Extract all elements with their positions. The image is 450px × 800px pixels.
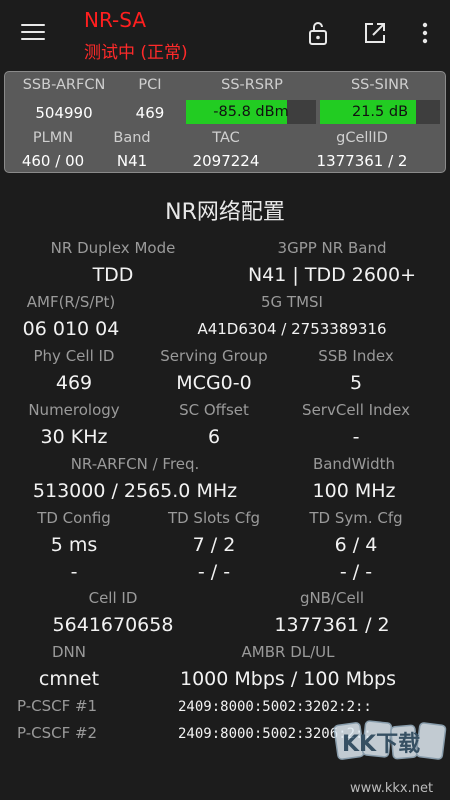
- phy-cell-id-label: Phy Cell ID: [33, 347, 115, 365]
- gnb-cell-label: gNB/Cell: [299, 589, 365, 607]
- app-toolbar: NR-SA 测试中 (正常): [0, 0, 450, 68]
- nr-band-value: N41 | TDD 2600+: [247, 264, 417, 286]
- td-sym-value: 6 / 4: [334, 534, 378, 556]
- td-config-label: TD Config: [37, 509, 111, 527]
- pci-value: 469: [135, 104, 165, 122]
- dnn-value: cmnet: [38, 668, 100, 690]
- dnn-label: DNN: [52, 643, 86, 661]
- open-external-icon[interactable]: [362, 20, 388, 46]
- cell-id-value: 5641670658: [52, 614, 174, 636]
- tmsi-label: 5G TMSI: [261, 293, 323, 311]
- pci-label: PCI: [138, 77, 162, 93]
- watermark-url: www.kkx.net: [350, 781, 433, 796]
- rsrp-meter: -85.8 dBm: [186, 100, 316, 124]
- section-title: NR网络配置: [165, 200, 285, 225]
- app-status: 测试中 (正常): [84, 43, 188, 63]
- sc-offset-label: SC Offset: [179, 401, 249, 419]
- unlock-icon[interactable]: [305, 20, 331, 46]
- sinr-meter: 21.5 dB: [320, 100, 440, 124]
- sc-offset-value: 6: [207, 426, 221, 448]
- rsrp-value: -85.8 dBm: [213, 104, 289, 120]
- gcellid-value: 1377361 / 2: [316, 152, 408, 170]
- nr-arfcn-value: 513000 / 2565.0 MHz: [32, 480, 238, 502]
- gcellid-label: gCellID: [336, 130, 388, 146]
- pcscf2-label: P-CSCF #2: [17, 724, 98, 742]
- duplex-mode-label: NR Duplex Mode: [50, 239, 176, 257]
- band-label: Band: [113, 130, 151, 146]
- tac-value: 2097224: [192, 152, 260, 170]
- more-vert-icon[interactable]: [412, 20, 438, 46]
- nr-band-label: 3GPP NR Band: [277, 239, 387, 257]
- td-sym-label: TD Sym. Cfg: [309, 509, 403, 527]
- pcscf1-label: P-CSCF #1: [17, 697, 98, 715]
- sinr-value: 21.5 dB: [351, 104, 409, 120]
- ssb-arfcn-value: 504990: [35, 104, 93, 122]
- app-title: NR-SA: [84, 8, 147, 32]
- plmn-value: 460 / 00: [21, 152, 85, 170]
- plmn-label: PLMN: [32, 130, 74, 146]
- tmsi-value: A41D6304 / 2753389316: [197, 320, 387, 338]
- td-config-value: 5 ms: [50, 534, 98, 556]
- menu-icon[interactable]: [21, 24, 45, 42]
- nr-arfcn-label: NR-ARFCN / Freq.: [70, 455, 200, 473]
- numerology-value: 30 KHz: [40, 426, 108, 448]
- pcscf1-value: 2409:8000:5002:3202:2::: [178, 699, 372, 715]
- amf-label: AMF(R/S/Pt): [26, 293, 116, 311]
- td-sym-value-2: - / -: [339, 561, 373, 583]
- td-slots-label: TD Slots Cfg: [167, 509, 261, 527]
- signal-info-panel: SSB-ARFCN PCI SS-RSRP SS-SINR 504990 469…: [4, 71, 446, 173]
- ssb-index-label: SSB Index: [318, 347, 394, 365]
- servcell-index-value: -: [352, 426, 360, 448]
- serving-group-label: Serving Group: [160, 347, 268, 365]
- phy-cell-id-value: 469: [55, 372, 93, 394]
- band-value: N41: [116, 152, 148, 170]
- gnb-cell-value: 1377361 / 2: [274, 614, 390, 636]
- watermark-logo-text: KK下载: [342, 731, 420, 757]
- tac-label: TAC: [212, 130, 240, 146]
- bandwidth-value: 100 MHz: [312, 480, 396, 502]
- duplex-mode-value: TDD: [92, 264, 134, 286]
- amf-value: 06 010 04: [22, 318, 120, 340]
- kkx-watermark-logo: KK下载 www.kkx.net: [333, 720, 447, 796]
- bandwidth-label: BandWidth: [312, 455, 396, 473]
- td-slots-value: 7 / 2: [192, 534, 236, 556]
- serving-group-value: MCG0-0: [176, 372, 252, 394]
- ssb-arfcn-label: SSB-ARFCN: [22, 77, 106, 93]
- ambr-value: 1000 Mbps / 100 Mbps: [179, 668, 397, 690]
- servcell-index-label: ServCell Index: [302, 401, 410, 419]
- cell-id-label: Cell ID: [88, 589, 138, 607]
- ss-rsrp-label: SS-RSRP: [221, 77, 283, 93]
- ambr-label: AMBR DL/UL: [241, 643, 335, 661]
- ss-sinr-label: SS-SINR: [350, 77, 410, 93]
- ssb-index-value: 5: [349, 372, 363, 394]
- td-config-value-2: -: [70, 561, 78, 583]
- td-slots-value-2: - / -: [197, 561, 231, 583]
- numerology-label: Numerology: [28, 401, 120, 419]
